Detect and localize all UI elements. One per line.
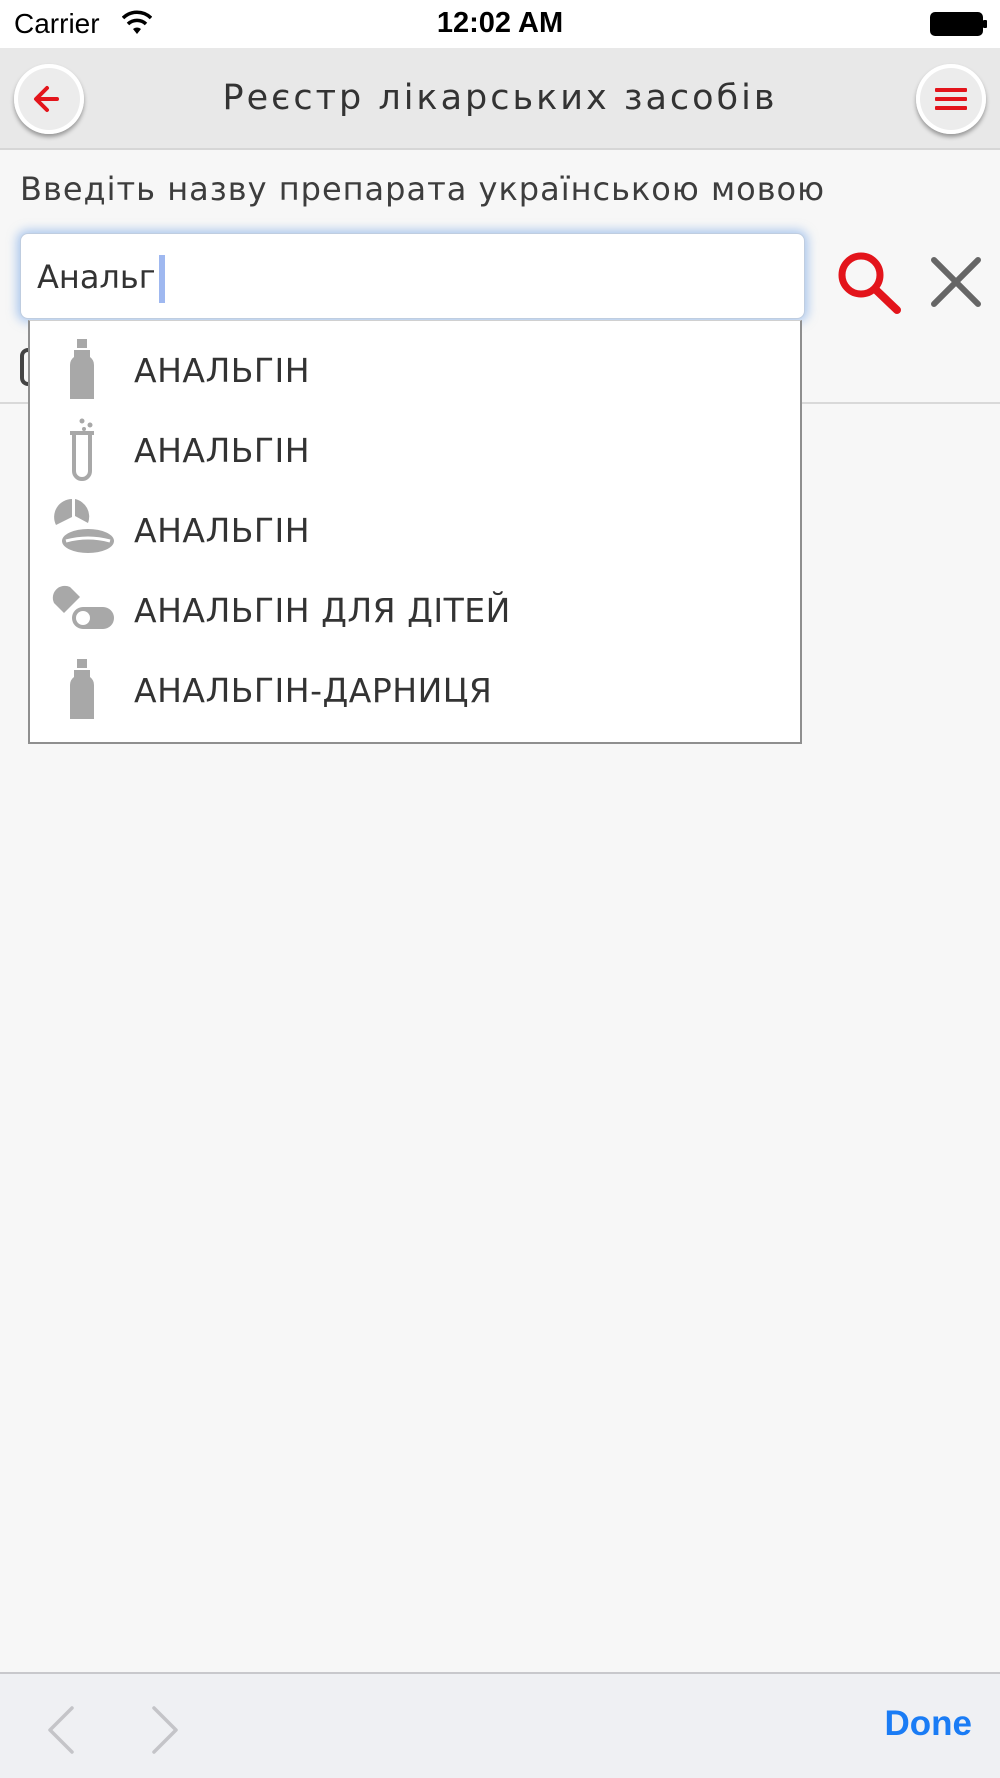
tablet-icon bbox=[54, 499, 114, 553]
menu-button[interactable] bbox=[916, 64, 986, 134]
chevron-right-icon[interactable] bbox=[144, 1702, 184, 1758]
suggestion-label: АНАЛЬГІН-ДАРНИЦЯ bbox=[134, 671, 493, 710]
suggestion-item[interactable]: АНАЛЬГІН bbox=[30, 409, 800, 489]
suggestion-item[interactable]: АНАЛЬГІН bbox=[30, 329, 800, 409]
hamburger-menu-icon bbox=[935, 88, 967, 110]
status-bar: Carrier 12:02 AM bbox=[0, 0, 1000, 48]
bottle-icon bbox=[70, 339, 94, 399]
capsule-icon bbox=[52, 585, 114, 629]
search-input[interactable]: Анальг bbox=[20, 233, 805, 319]
keyboard-toolbar: Done bbox=[0, 1672, 1000, 1778]
search-prompt: Введіть назву препарата українською мово… bbox=[20, 170, 826, 208]
text-caret bbox=[158, 255, 165, 303]
search-icon[interactable] bbox=[835, 250, 903, 314]
suggestion-item[interactable]: АНАЛЬГІН-ДАРНИЦЯ bbox=[30, 649, 800, 729]
test-tube-icon bbox=[70, 418, 94, 481]
battery-icon bbox=[930, 12, 987, 36]
clear-icon[interactable] bbox=[930, 256, 982, 308]
bottle-icon bbox=[70, 659, 94, 719]
suggestion-item[interactable]: АНАЛЬГІН ДЛЯ ДІТЕЙ bbox=[30, 569, 800, 649]
suggestion-label: АНАЛЬГІН bbox=[134, 511, 311, 550]
nav-bar: Реєстр лікарських засобів bbox=[0, 48, 1000, 150]
search-input-value: Анальг bbox=[37, 258, 156, 296]
page-title: Реєстр лікарських засобів bbox=[222, 78, 778, 118]
suggestion-item[interactable]: АНАЛЬГІН bbox=[30, 489, 800, 569]
status-time: 12:02 AM bbox=[436, 7, 564, 39]
suggestion-label: АНАЛЬГІН bbox=[134, 431, 311, 470]
suggestion-label: АНАЛЬГІН ДЛЯ ДІТЕЙ bbox=[134, 591, 511, 630]
chevron-left-icon[interactable] bbox=[42, 1702, 82, 1758]
back-button[interactable] bbox=[14, 64, 84, 134]
arrow-left-icon bbox=[34, 86, 59, 112]
suggestion-label: АНАЛЬГІН bbox=[134, 351, 311, 390]
done-button[interactable]: Done bbox=[885, 1704, 973, 1744]
suggestions-dropdown: АНАЛЬГІН АНАЛЬГІН АНАЛЬГІН АНАЛЬГІН ДЛЯ … bbox=[28, 320, 802, 744]
